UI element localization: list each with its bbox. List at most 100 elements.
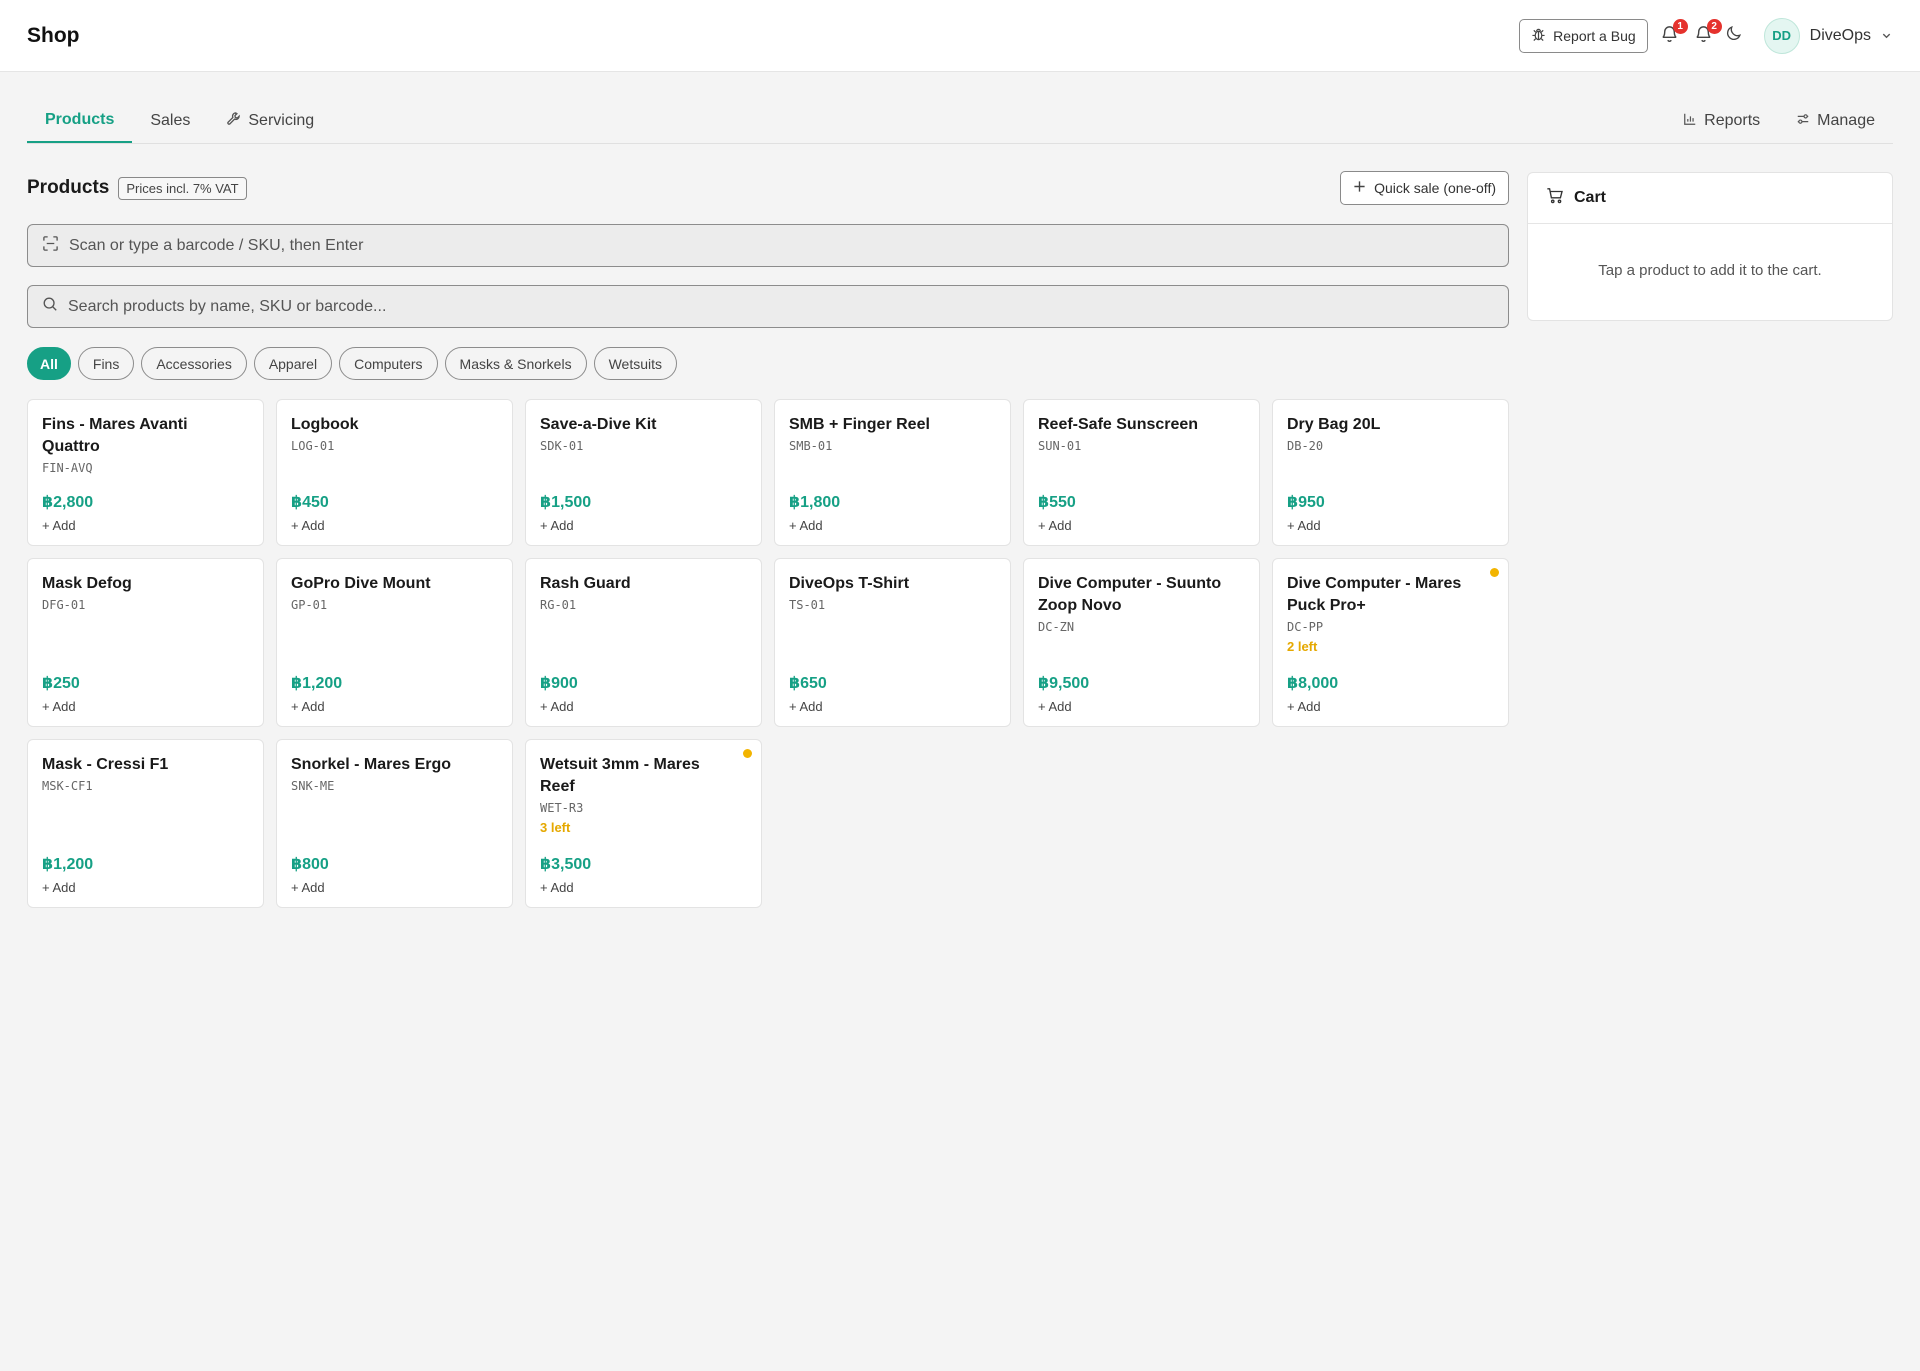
product-card[interactable]: SMB + Finger Reel SMB-01 ฿1,800 + Add	[774, 399, 1011, 546]
card-footer: ฿2,800 + Add	[42, 492, 249, 533]
product-card[interactable]: Reef-Safe Sunscreen SUN-01 ฿550 + Add	[1023, 399, 1260, 546]
product-name: Wetsuit 3mm - Mares Reef	[540, 756, 700, 795]
product-card[interactable]: Dive Computer - Mares Puck Pro+ DC-PP 2 …	[1272, 558, 1509, 727]
product-card[interactable]: Fins - Mares Avanti Quattro FIN-AVQ ฿2,8…	[27, 399, 264, 546]
tab-sales[interactable]: Sales	[132, 99, 208, 143]
add-to-cart-button[interactable]: + Add	[291, 699, 498, 714]
barcode-input[interactable]	[69, 236, 1508, 255]
add-to-cart-button[interactable]: + Add	[1287, 518, 1494, 533]
stock-warning: 2 left	[1287, 639, 1318, 654]
tab-products[interactable]: Products	[27, 99, 133, 143]
add-to-cart-button[interactable]: + Add	[540, 880, 747, 895]
add-to-cart-button[interactable]: + Add	[1038, 518, 1245, 533]
tab-label: Manage	[1817, 112, 1875, 129]
add-to-cart-button[interactable]: + Add	[789, 518, 996, 533]
product-card[interactable]: Dry Bag 20L DB-20 ฿950 + Add	[1272, 399, 1509, 546]
user-menu[interactable]: DD DiveOps	[1763, 17, 1893, 54]
tab-servicing[interactable]: Servicing	[208, 99, 332, 143]
product-name: Dry Bag 20L	[1287, 416, 1381, 433]
product-price: ฿800	[291, 856, 329, 873]
add-to-cart-button[interactable]: + Add	[789, 699, 996, 714]
search-icon	[42, 296, 58, 317]
product-card[interactable]: Dive Computer - Suunto Zoop Novo DC-ZN ฿…	[1023, 558, 1260, 727]
products-header: Products Prices incl. 7% VAT Quick sale …	[27, 170, 1509, 206]
low-stock-indicator	[743, 749, 752, 758]
product-sku: GP-01	[291, 598, 328, 612]
tab-label: Products	[45, 111, 115, 128]
product-price: ฿1,200	[291, 675, 343, 692]
notifications-bell-2[interactable]: 2	[1692, 18, 1722, 48]
cart-panel: Cart Tap a product to add it to the cart…	[1527, 172, 1893, 321]
card-footer: ฿250 + Add	[42, 673, 249, 714]
product-search-field[interactable]	[27, 285, 1509, 328]
product-sku: MSK-CF1	[42, 779, 93, 793]
product-sku: FIN-AVQ	[42, 461, 93, 475]
add-to-cart-button[interactable]: + Add	[291, 880, 498, 895]
product-name: Mask Defog	[42, 575, 132, 592]
add-to-cart-button[interactable]: + Add	[1038, 699, 1245, 714]
user-name: DiveOps	[1809, 26, 1871, 44]
stock-warning: 3 left	[540, 820, 571, 835]
product-card[interactable]: Save-a-Dive Kit SDK-01 ฿1,500 + Add	[525, 399, 762, 546]
card-footer: ฿900 + Add	[540, 673, 747, 714]
product-card[interactable]: Wetsuit 3mm - Mares Reef WET-R3 3 left ฿…	[525, 739, 762, 908]
product-name: Reef-Safe Sunscreen	[1038, 416, 1199, 433]
card-footer: ฿9,500 + Add	[1038, 673, 1245, 714]
category-chip-fins[interactable]: Fins	[77, 347, 135, 380]
product-price: ฿550	[1038, 494, 1076, 511]
product-card[interactable]: Mask Defog DFG-01 ฿250 + Add	[27, 558, 264, 727]
category-chip-computers[interactable]: Computers	[339, 347, 438, 380]
product-card[interactable]: Mask - Cressi F1 MSK-CF1 ฿1,200 + Add	[27, 739, 264, 908]
product-sku: TS-01	[789, 598, 826, 612]
tab-manage[interactable]: Manage	[1778, 99, 1893, 143]
add-to-cart-button[interactable]: + Add	[291, 518, 498, 533]
category-chip-accessories[interactable]: Accessories	[141, 347, 247, 380]
add-to-cart-button[interactable]: + Add	[540, 699, 747, 714]
add-to-cart-button[interactable]: + Add	[42, 699, 249, 714]
product-sku: WET-R3	[540, 801, 584, 815]
quick-sale-button[interactable]: Quick sale (one-off)	[1340, 171, 1509, 205]
product-price: ฿1,200	[42, 856, 94, 873]
product-price: ฿650	[789, 675, 827, 692]
theme-toggle-button[interactable]	[1722, 24, 1746, 48]
page-title: Products	[27, 177, 110, 198]
product-price: ฿950	[1287, 494, 1325, 511]
add-to-cart-button[interactable]: + Add	[42, 880, 249, 895]
add-to-cart-button[interactable]: + Add	[1287, 699, 1494, 714]
tab-label: Sales	[150, 112, 191, 129]
plus-icon	[1353, 180, 1366, 196]
product-price: ฿450	[291, 494, 329, 511]
product-sku: RG-01	[540, 598, 577, 612]
add-to-cart-button[interactable]: + Add	[42, 518, 249, 533]
product-card[interactable]: Rash Guard RG-01 ฿900 + Add	[525, 558, 762, 727]
add-to-cart-button[interactable]: + Add	[540, 518, 747, 533]
notifications-bell-1[interactable]: 1	[1658, 18, 1688, 48]
product-name: Save-a-Dive Kit	[540, 416, 657, 433]
card-footer: ฿450 + Add	[291, 492, 498, 533]
chevron-down-icon	[1881, 30, 1893, 42]
barcode-scan-field[interactable]	[27, 224, 1509, 267]
category-chip-wetsuits[interactable]: Wetsuits	[593, 347, 678, 380]
card-footer: ฿8,000 + Add	[1287, 673, 1494, 714]
product-sku: SDK-01	[540, 439, 584, 453]
report-bug-button[interactable]: Report a Bug	[1519, 18, 1648, 53]
product-card[interactable]: Logbook LOG-01 ฿450 + Add	[276, 399, 513, 546]
product-card[interactable]: GoPro Dive Mount GP-01 ฿1,200 + Add	[276, 558, 513, 727]
product-card[interactable]: DiveOps T-Shirt TS-01 ฿650 + Add	[774, 558, 1011, 727]
category-chip-apparel[interactable]: Apparel	[253, 347, 333, 380]
product-name: Snorkel - Mares Ergo	[291, 756, 452, 773]
product-price: ฿250	[42, 675, 80, 692]
products-panel: Products Prices incl. 7% VAT Quick sale …	[27, 170, 1509, 908]
search-input[interactable]	[68, 297, 1508, 316]
scan-icon	[42, 235, 59, 257]
cart-icon	[1546, 187, 1564, 210]
category-chip-all[interactable]: All	[27, 347, 71, 380]
product-name: Dive Computer - Mares Puck Pro+	[1287, 575, 1462, 614]
tab-reports[interactable]: Reports	[1665, 99, 1778, 143]
notification-count-badge: 1	[1672, 18, 1688, 34]
category-chip-masks-snorkels[interactable]: Masks & Snorkels	[444, 347, 587, 380]
cart-empty-message: Tap a product to add it to the cart.	[1598, 262, 1822, 279]
product-card[interactable]: Snorkel - Mares Ergo SNK-ME ฿800 + Add	[276, 739, 513, 908]
product-sku: DFG-01	[42, 598, 86, 612]
product-price: ฿2,800	[42, 494, 94, 511]
